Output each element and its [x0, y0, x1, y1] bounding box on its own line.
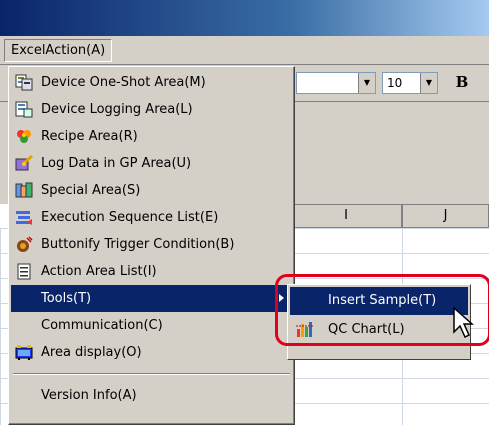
menu-item-label: Area display(O)	[41, 345, 142, 360]
menu-item-execution-sequence[interactable]: Execution Sequence List(E)	[11, 204, 292, 231]
menu-item-label: Device One-Shot Area(M)	[41, 75, 206, 90]
menu-item-label: Log Data in GP Area(U)	[41, 156, 192, 171]
menu-item-label: Execution Sequence List(E)	[41, 210, 219, 225]
device-oneshot-icon	[15, 74, 33, 91]
recipe-icon	[17, 130, 31, 143]
title-bar	[0, 0, 489, 36]
special-area-icon	[15, 182, 33, 198]
bold-button[interactable]: B	[450, 70, 474, 94]
menu-item-buttonify[interactable]: Buttonify Trigger Condition(B)	[11, 231, 292, 258]
menu-item-log-data[interactable]: Log Data in GP Area(U)	[11, 150, 292, 177]
column-header-label: J	[443, 208, 448, 223]
buttonify-icon	[17, 236, 33, 252]
menu-item-label: Tools(T)	[41, 291, 92, 306]
column-header-j[interactable]: J	[402, 204, 489, 228]
grid-line	[0, 228, 1, 425]
action-list-icon	[17, 263, 31, 280]
menu-item-action-area-list[interactable]: Action Area List(I)	[11, 258, 292, 285]
menu-item-communication[interactable]: Communication(C)	[11, 312, 292, 339]
menu-excelaction[interactable]: ExcelAction(A)	[4, 39, 113, 62]
excelaction-menu: Device One-Shot Area(M) Device Logging A…	[8, 66, 295, 425]
menu-item-device-logging[interactable]: Device Logging Area(L)	[11, 96, 292, 123]
font-size-value: 10	[387, 76, 403, 90]
menu-item-label: Device Logging Area(L)	[41, 102, 193, 117]
column-header-label: I	[344, 208, 348, 223]
chevron-down-icon[interactable]: ▼	[358, 73, 375, 93]
font-name-combo[interactable]: ▼	[296, 72, 376, 94]
menu-item-label: Recipe Area(R)	[41, 129, 138, 144]
device-logging-icon	[15, 101, 33, 118]
menu-item-label: Buttonify Trigger Condition(B)	[41, 237, 235, 252]
execution-sequence-icon	[16, 211, 32, 225]
menu-item-label: Communication(C)	[41, 318, 163, 333]
column-header-i[interactable]: I	[290, 204, 402, 228]
menu-item-area-display[interactable]: Area display(O)	[11, 339, 292, 366]
menu-item-version-info[interactable]: Version Info(A)	[11, 382, 292, 409]
menu-item-label: Special Area(S)	[41, 183, 141, 198]
menu-bar: ExcelAction(A)	[0, 36, 489, 65]
area-display-icon	[15, 345, 33, 360]
menu-item-special-area[interactable]: Special Area(S)	[11, 177, 292, 204]
menu-item-label: Action Area List(I)	[41, 264, 157, 279]
log-data-icon	[15, 155, 33, 171]
mouse-cursor-icon	[453, 306, 474, 339]
chevron-down-icon[interactable]: ▼	[420, 73, 437, 93]
menu-separator	[13, 373, 290, 375]
font-size-combo[interactable]: 10 ▼	[382, 72, 438, 94]
menu-item-device-oneshot[interactable]: Device One-Shot Area(M)	[11, 69, 292, 96]
menu-item-label: Version Info(A)	[41, 388, 137, 403]
menu-item-recipe[interactable]: Recipe Area(R)	[11, 123, 292, 150]
menu-item-tools[interactable]: Tools(T)	[11, 285, 292, 312]
